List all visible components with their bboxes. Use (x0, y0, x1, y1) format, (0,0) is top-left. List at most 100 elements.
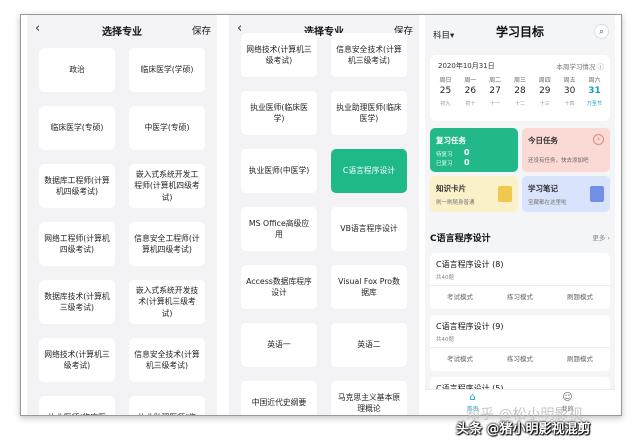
card-stack-icon (498, 186, 512, 202)
calendar-day[interactable]: 30 (558, 86, 581, 96)
card-title: 今日任务 (528, 136, 558, 145)
major-tile[interactable]: 网络工程师(计算机四级考试) (39, 222, 115, 266)
card-desc: 宝藏都在这里啦 (528, 200, 567, 206)
lunar-date: 初十 (465, 101, 476, 107)
lunar-date: 万圣节 (586, 101, 602, 107)
section-title: C语言程序设计 (430, 234, 491, 244)
major-tile[interactable]: 执业医师(临床医学) (241, 91, 317, 135)
major-tile[interactable]: C语言程序设计 (331, 149, 407, 193)
major-picker-screen-2: ‹ 选择专业 保存 网络技术(计算机三级考试) 信息安全技术(计算机三级考试) 执业… (229, 15, 419, 415)
question-count: 共40题 (436, 337, 454, 343)
calendar-day[interactable]: 29 (533, 86, 556, 96)
major-tile[interactable]: 嵌入式系统开发工程师(计算机四级考试) (129, 164, 205, 208)
study-goal-screen: 科目▾ 学习目标 ⌕ 2020年10月31日 本周学习情况 ⓘ 周日 周一 周二 周三… (425, 15, 615, 415)
course-name: C语言程序设计 (9) (436, 322, 504, 331)
major-tile[interactable]: 马克思主义基本原理概论 (331, 381, 407, 415)
weekly-report-label: 本周学习情况 (556, 63, 596, 71)
lunar-row: 初九 初十 十一 十二 十三 十四 万圣节 (434, 100, 606, 107)
major-tile[interactable]: 信息安全工程师(计算机四级考试) (129, 222, 205, 266)
major-tile[interactable]: 信息安全技术(计算机三级考试) (129, 338, 205, 382)
weekday-label: 周三 (513, 77, 526, 84)
major-tile[interactable]: VB语言程序设计 (331, 207, 407, 251)
today-task-card[interactable]: 今日任务 还没有任务，快去添加吧 › (522, 128, 610, 172)
major-tile[interactable]: 网络技术(计算机三级考试) (39, 338, 115, 382)
calendar-day[interactable]: 25 (434, 86, 457, 96)
card-title: 学习笔记 (528, 184, 558, 193)
mode-button[interactable]: 练习模式 (490, 286, 550, 307)
week-calendar: 2020年10月31日 本周学习情况 ⓘ 周日 周一 周二 周三 周四 周五 周六 25 26… (430, 55, 610, 121)
mode-button[interactable]: 考试模式 (430, 286, 490, 307)
major-tile[interactable]: MS Office高级应用 (241, 207, 317, 251)
calendar-day[interactable]: 27 (484, 86, 507, 96)
weekday-label: 周六 (588, 77, 601, 84)
course-name: C语言程序设计 (8) (436, 260, 504, 269)
major-tile[interactable]: 执业医师(中医学) (241, 149, 317, 193)
major-tile[interactable]: Visual Fox Pro数据库 (331, 265, 407, 309)
knowledge-card[interactable]: 知识卡片 刷一刷随身普通 (430, 176, 518, 212)
major-picker-screen-1: ‹ 选择专业 保存 政治 临床医学(学硕) 临床医学(专硕) 中医学(专硕) 数据库工程… (27, 15, 217, 415)
major-tile[interactable]: 中医学(专硕) (129, 106, 205, 150)
major-tile[interactable]: 网络技术(计算机三级考试) (241, 33, 317, 77)
course-card[interactable]: C语言程序设计 (8) 共40题考试模式 练习模式 刷题模式 (430, 253, 610, 309)
lunar-date: 十三 (539, 101, 550, 107)
major-tile[interactable]: 数据库技术(计算机三级考试) (39, 280, 115, 324)
weekday-label: 周二 (489, 77, 502, 84)
weekly-report-link[interactable]: 本周学习情况 ⓘ (556, 61, 604, 71)
major-tile[interactable]: 数据库工程师(计算机四级考试) (39, 164, 115, 208)
major-tile[interactable]: Access数据库程序设计 (241, 265, 317, 309)
weekday-label: 周一 (464, 77, 477, 84)
major-tile[interactable]: 执业助理医师(临 (129, 396, 205, 415)
lunar-date: 十二 (514, 101, 525, 107)
lunar-date: 初九 (440, 101, 451, 107)
review-task-card[interactable]: 复习任务 待复习 已复习 0 0 (430, 128, 518, 172)
major-tile[interactable]: 信息安全技术(计算机三级考试) (331, 33, 407, 77)
header: 科目▾ 学习目标 ⌕ (425, 15, 615, 55)
question-count: 共40题 (436, 275, 454, 281)
lunar-date: 十一 (490, 101, 501, 107)
pending-review-count: 0 (464, 148, 470, 157)
calendar-day[interactable]: 28 (508, 86, 531, 96)
done-review-count: 0 (464, 158, 470, 167)
more-link[interactable]: 更多 › (592, 232, 610, 242)
card-desc: 还没有任务，快去添加吧 (528, 158, 589, 164)
major-tile[interactable]: 中国近代史纲要 (241, 381, 317, 415)
course-card[interactable]: C语言程序设计 (9) 共40题考试模式 练习模式 刷题模式 (430, 315, 610, 371)
major-tile[interactable]: 临床医学(专硕) (39, 106, 115, 150)
chevron-right-icon: › (593, 134, 604, 145)
page-title: 选择专业 (102, 27, 142, 38)
save-button[interactable]: 保存 (192, 23, 211, 37)
user-icon: ☺ (562, 392, 573, 403)
calendar-day[interactable]: 31 (583, 86, 606, 96)
toutiao-watermark: 头条 @猪小明影视混剪 (456, 422, 591, 437)
card-title: 复习任务 (436, 136, 466, 145)
calendar-date: 2020年10月31日 (438, 62, 495, 70)
header: ‹ 选择专业 保存 (27, 15, 217, 43)
major-tile[interactable]: 英语一 (241, 323, 317, 367)
page-title: 学习目标 (495, 25, 544, 39)
mode-row: 考试模式练习模式刷题模式 (430, 285, 610, 307)
mode-button[interactable]: 练习模式 (490, 348, 550, 369)
card-desc: 刷一刷随身普通 (436, 200, 475, 206)
course-section-header: C语言程序设计 更多 › (430, 231, 610, 244)
done-review-label: 已复习 (436, 161, 453, 167)
pending-review-label: 待复习 (436, 152, 453, 158)
calendar-day[interactable]: 26 (459, 86, 482, 96)
study-notes-card[interactable]: 学习笔记 宝藏都在这里啦 (522, 176, 610, 212)
info-icon: ⓘ (597, 63, 605, 71)
weekday-label: 周日 (439, 77, 452, 84)
major-tile[interactable]: 临床医学(学硕) (129, 48, 205, 92)
major-tile[interactable]: 嵌入式系统开发技术(计算机三级考试) (129, 280, 205, 324)
weekday-row: 周日 周一 周二 周三 周四 周五 周六 (434, 75, 606, 84)
search-icon[interactable]: ⌕ (594, 24, 609, 39)
mode-button[interactable]: 考试模式 (430, 348, 490, 369)
mode-row: 考试模式练习模式刷题模式 (430, 347, 610, 369)
mode-button[interactable]: 刷题模式 (550, 348, 610, 369)
major-tile[interactable]: 英语二 (331, 323, 407, 367)
card-title: 知识卡片 (436, 184, 466, 193)
major-tile[interactable]: 政治 (39, 48, 115, 92)
major-tile[interactable]: 执业医师(临床医 (39, 396, 115, 415)
notebook-icon (590, 186, 604, 202)
major-tile[interactable]: 执业助理医师(临床医学) (331, 91, 407, 135)
lunar-date: 十四 (564, 101, 575, 107)
mode-button[interactable]: 刷题模式 (550, 286, 610, 307)
